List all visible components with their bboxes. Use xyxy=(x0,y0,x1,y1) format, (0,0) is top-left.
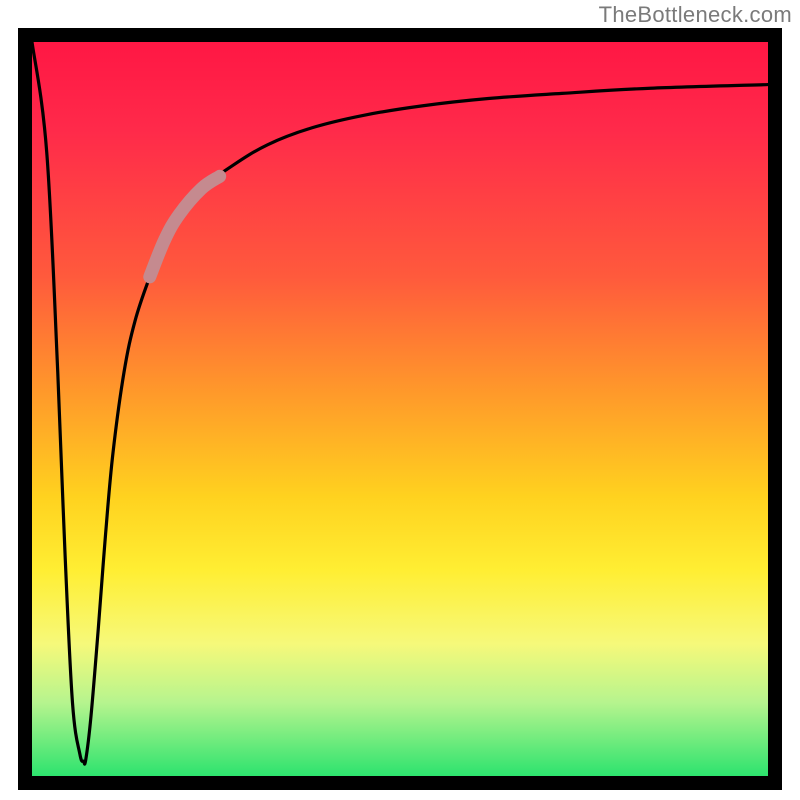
highlight-band xyxy=(150,176,220,277)
plot-frame xyxy=(18,28,782,790)
plot-gradient-background xyxy=(32,42,768,776)
chart-stage: TheBottleneck.com xyxy=(0,0,800,800)
bottleneck-curve xyxy=(32,42,768,764)
curve-layer xyxy=(32,42,768,776)
watermark-text: TheBottleneck.com xyxy=(599,2,792,28)
